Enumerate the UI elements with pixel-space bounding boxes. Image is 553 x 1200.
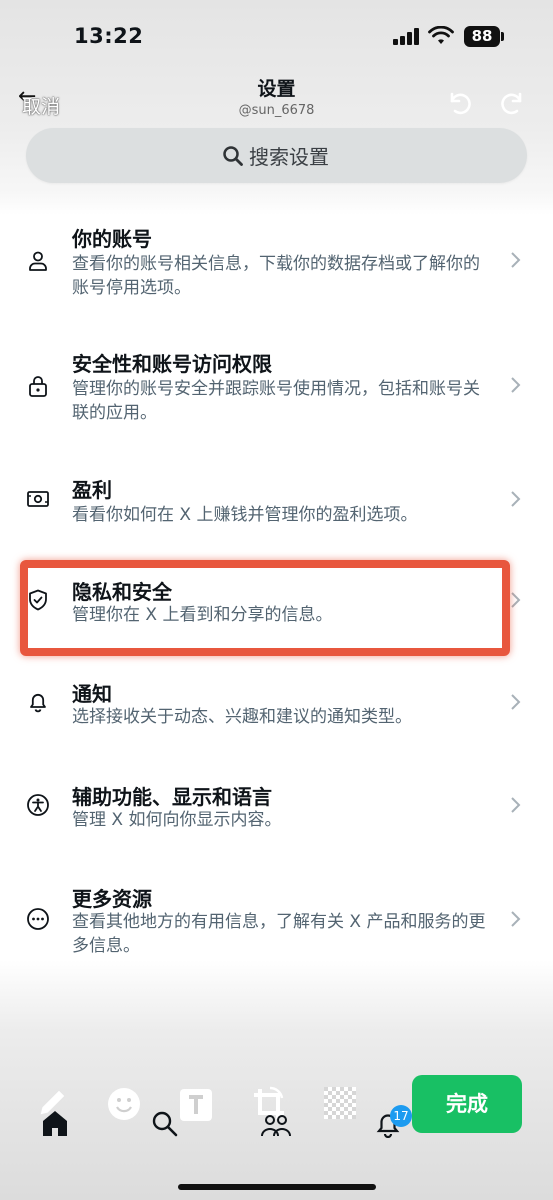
settings-item-desc: 查看其他地方的有用信息，了解有关 X 产品和服务的更多信息。 [72,912,486,956]
battery-tip [501,32,504,41]
settings-item-desc: 管理 X 如何向你显示内容。 [72,810,282,830]
battery-indicator: 88 [464,26,500,47]
highlight-box [20,560,510,656]
lock-icon [29,376,47,397]
bell-icon [30,693,46,713]
text-tool-icon[interactable] [179,1088,213,1122]
chevron-right-icon [511,592,521,608]
settings-item-resources[interactable]: 更多资源 查看其他地方的有用信息，了解有关 X 产品和服务的更多信息。 [0,875,553,975]
redo-icon[interactable] [500,90,526,116]
wifi-icon [428,26,454,44]
chevron-right-icon [511,911,521,927]
settings-item-title: 你的账号 [72,227,152,251]
signal-icon [393,28,423,45]
search-icon [223,146,243,166]
money-icon [27,491,49,507]
chevron-right-icon [511,491,521,507]
settings-item-title: 盈利 [72,478,112,502]
chevron-right-icon [511,377,521,393]
settings-item-desc: 看看你如何在 X 上赚钱并管理你的盈利选项。 [72,505,418,525]
settings-item-title: 更多资源 [72,887,152,911]
settings-item-desc: 查看你的账号相关信息，下载你的数据存档或了解你的账号停用选项。 [72,254,480,298]
settings-item-monetization[interactable]: 盈利 看看你如何在 X 上赚钱并管理你的盈利选项。 [0,466,553,546]
settings-item-account[interactable]: 你的账号 查看你的账号相关信息，下载你的数据存档或了解你的账号停用选项。 [0,215,553,315]
person-icon [29,251,47,271]
search-placeholder: 搜索设置 [249,145,329,169]
settings-item-title: 通知 [72,682,112,706]
chevron-right-icon [511,797,521,813]
settings-item-title: 辅助功能、显示和语言 [72,785,272,809]
undo-icon[interactable] [446,90,472,116]
status-time: 13:22 [74,24,144,48]
accessibility-icon [27,794,49,816]
settings-item-desc: 选择接收关于动态、兴趣和建议的通知类型。 [72,707,412,727]
settings-item-title: 安全性和账号访问权限 [72,352,272,376]
settings-item-accessibility[interactable]: 辅助功能、显示和语言 管理 X 如何向你显示内容。 [0,773,553,853]
home-icon[interactable] [40,1108,70,1138]
chevron-right-icon [511,694,521,710]
done-button[interactable]: 完成 [412,1075,522,1133]
more-icon [27,908,49,930]
communities-icon[interactable] [260,1112,292,1138]
chevron-right-icon [511,252,521,268]
mosaic-icon[interactable] [324,1087,356,1119]
settings-item-security[interactable]: 安全性和账号访问权限 管理你的账号安全并跟踪账号使用情况，包括和账号关联的应用。 [0,340,553,440]
notification-badge: 17 [390,1105,412,1127]
settings-item-desc: 管理你的账号安全并跟踪账号使用情况，包括和账号关联的应用。 [72,379,480,423]
home-indicator [178,1184,376,1190]
nav-search-icon[interactable] [151,1110,179,1138]
settings-item-notifications[interactable]: 通知 选择接收关于动态、兴趣和建议的通知类型。 [0,670,553,750]
sticker-icon[interactable] [106,1086,142,1122]
